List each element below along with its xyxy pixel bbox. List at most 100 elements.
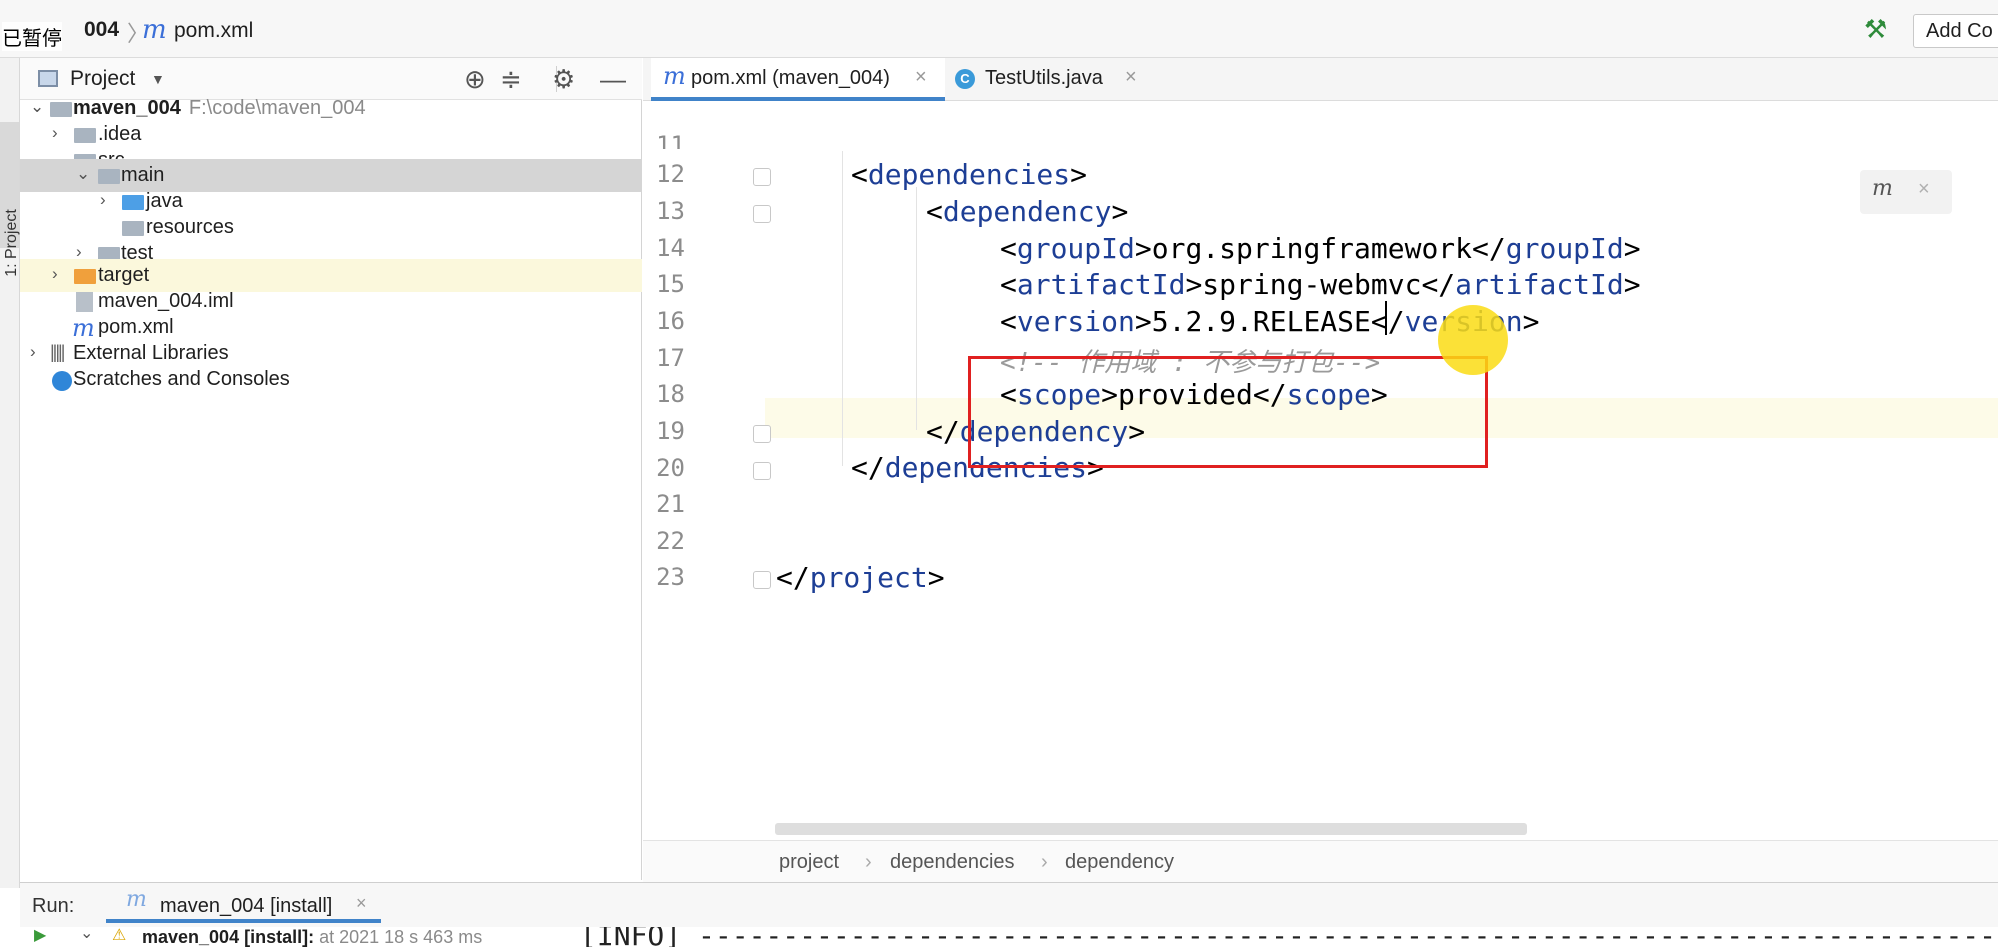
chevron-down-icon[interactable]: ⌄ (76, 164, 90, 184)
code-line: <groupId>org.springframework</groupId> (1000, 232, 1641, 265)
iml-file-icon (76, 292, 93, 312)
project-panel: Project ▼ ⊕ ≑ ⚙ — ⌄ maven_004 F:\code\mav… (20, 58, 642, 880)
project-tool-tab-label: 1: Project (3, 209, 20, 277)
hide-panel-icon[interactable]: — (600, 64, 626, 95)
tree-item-label: target (98, 264, 150, 286)
run-panel-label: Run: (32, 895, 75, 917)
resources-folder-icon (122, 221, 144, 236)
run-tab-maven-install[interactable]: m maven_004 [install] × (106, 883, 381, 923)
run-panel: Run: m maven_004 [install] × ▶ ⌄ ⚠ maven… (20, 882, 1998, 947)
fold-marker[interactable] (753, 168, 771, 186)
breadcrumb-separator: › (1041, 851, 1048, 873)
run-output-row: ▶ ⌄ ⚠ maven_004 [install]: at 2021 18 s … (20, 927, 1998, 947)
nav-breadcrumb-project[interactable]: 004 (84, 18, 119, 42)
xml-breadcrumb: project › dependencies › dependency (643, 840, 1998, 882)
project-tool-tab[interactable]: 1: Project (0, 122, 20, 277)
navigation-bar: 004 〉 m pom.xml ⚒ Add Co (0, 0, 1998, 58)
maven-reload-icon[interactable]: m (1872, 176, 1893, 201)
line-number: 18 (656, 380, 685, 408)
close-icon[interactable]: × (1918, 178, 1930, 201)
scratches-icon (52, 371, 72, 391)
tree-item-label: Scratches and Consoles (73, 368, 290, 390)
fold-marker[interactable] (753, 462, 771, 480)
gear-icon[interactable]: ⚙ (552, 64, 575, 95)
indent-guide (842, 151, 843, 466)
console-output: [INFO] ---------------------------------… (580, 927, 1998, 947)
code-line: <dependencies> (851, 158, 1088, 191)
mouse-pointer-highlight (1438, 305, 1508, 375)
breadcrumb-separator: › (865, 851, 872, 873)
module-path: F:\code\maven_004 (188, 97, 366, 119)
chevron-right-icon[interactable]: › (52, 123, 58, 143)
folder-icon (74, 128, 96, 143)
code-line: <artifactId>spring-webmvc</artifactId> (1000, 268, 1641, 301)
line-number: 14 (656, 234, 685, 262)
tree-item-label: External Libraries (73, 342, 229, 364)
tree-item-label: maven_004 (73, 97, 181, 119)
breadcrumb-dependencies[interactable]: dependencies (890, 851, 1015, 874)
chevron-right-icon[interactable]: › (52, 264, 58, 284)
breadcrumb-project[interactable]: project (779, 851, 839, 874)
collapse-all-icon[interactable]: ≑ (500, 64, 522, 95)
line-number: 20 (656, 454, 685, 482)
line-number: 11 (656, 131, 685, 149)
tree-item-label: java (146, 190, 183, 212)
fold-marker[interactable] (753, 425, 771, 443)
close-icon[interactable]: × (356, 893, 367, 914)
module-folder-icon (50, 102, 72, 117)
line-number: 23 (656, 563, 685, 591)
fold-marker[interactable] (753, 205, 771, 223)
chevron-down-icon[interactable]: ⌄ (30, 97, 44, 117)
breadcrumb-dependency[interactable]: dependency (1065, 851, 1174, 874)
chevron-right-icon[interactable]: › (30, 342, 36, 362)
chevron-right-icon[interactable]: › (100, 190, 106, 210)
build-hammer-icon[interactable]: ⚒ (1864, 14, 1887, 45)
library-icon: ||||| (50, 342, 65, 362)
project-window-icon (38, 70, 58, 87)
tab-label: TestUtils.java (985, 67, 1103, 89)
run-play-icon[interactable]: ▶ (34, 927, 46, 945)
maven-reload-popup[interactable]: m × (1860, 170, 1952, 214)
tree-item-scratches[interactable]: Scratches and Consoles (20, 363, 642, 396)
java-class-icon: C (955, 69, 975, 89)
tree-item-label: maven_004.iml (98, 290, 234, 312)
close-icon[interactable]: × (1125, 66, 1137, 89)
line-number: 21 (656, 490, 685, 518)
maven-file-icon: m (126, 887, 147, 912)
fold-marker[interactable] (753, 571, 771, 589)
line-number: 15 (656, 270, 685, 298)
left-tool-strip: 1: Project (0, 58, 20, 888)
maven-file-icon: m (142, 15, 167, 45)
chevron-down-icon[interactable]: ▼ (151, 71, 165, 87)
tab-pom-xml[interactable]: m pom.xml (maven_004) × (651, 58, 945, 101)
project-view-selector[interactable]: Project (70, 67, 135, 91)
locate-target-icon[interactable]: ⊕ (464, 64, 486, 95)
nav-breadcrumb-file[interactable]: pom.xml (174, 19, 253, 43)
run-tab-label: maven_004 [install] (160, 895, 333, 917)
close-icon[interactable]: × (915, 66, 927, 89)
add-configuration-button[interactable]: Add Co (1913, 14, 1998, 48)
text-caret (1385, 301, 1387, 335)
tab-testutils-java[interactable]: C TestUtils.java × (953, 58, 1153, 101)
line-number: 13 (656, 197, 685, 225)
line-number: 17 (656, 344, 685, 372)
folder-icon (98, 169, 120, 184)
code-line: <dependency> (926, 195, 1129, 228)
run-tree-item[interactable]: maven_004 [install]: at 2021 18 s 463 ms (142, 927, 482, 947)
chevron-down-icon[interactable]: ⌄ (80, 927, 93, 943)
horizontal-scrollbar[interactable] (775, 823, 1527, 835)
excluded-folder-icon (74, 269, 96, 284)
line-number: 19 (656, 417, 685, 445)
paused-overlay-text: 已暂停 (2, 22, 62, 51)
tab-label: pom.xml (maven_004) (691, 67, 890, 89)
code-area[interactable]: 11 12 13 14 15 16 17 18 19 20 21 22 23 <… (643, 101, 1998, 838)
source-folder-icon (122, 195, 144, 210)
tree-item-label: main (121, 164, 165, 186)
indent-guide (916, 187, 917, 430)
tree-item-label: pom.xml (98, 316, 174, 338)
warning-icon: ⚠ (112, 927, 127, 944)
line-number: 12 (656, 160, 685, 188)
editor-area: m pom.xml (maven_004) × C TestUtils.java… (643, 58, 1998, 880)
line-number: 22 (656, 527, 685, 555)
maven-file-icon: m (663, 62, 686, 90)
